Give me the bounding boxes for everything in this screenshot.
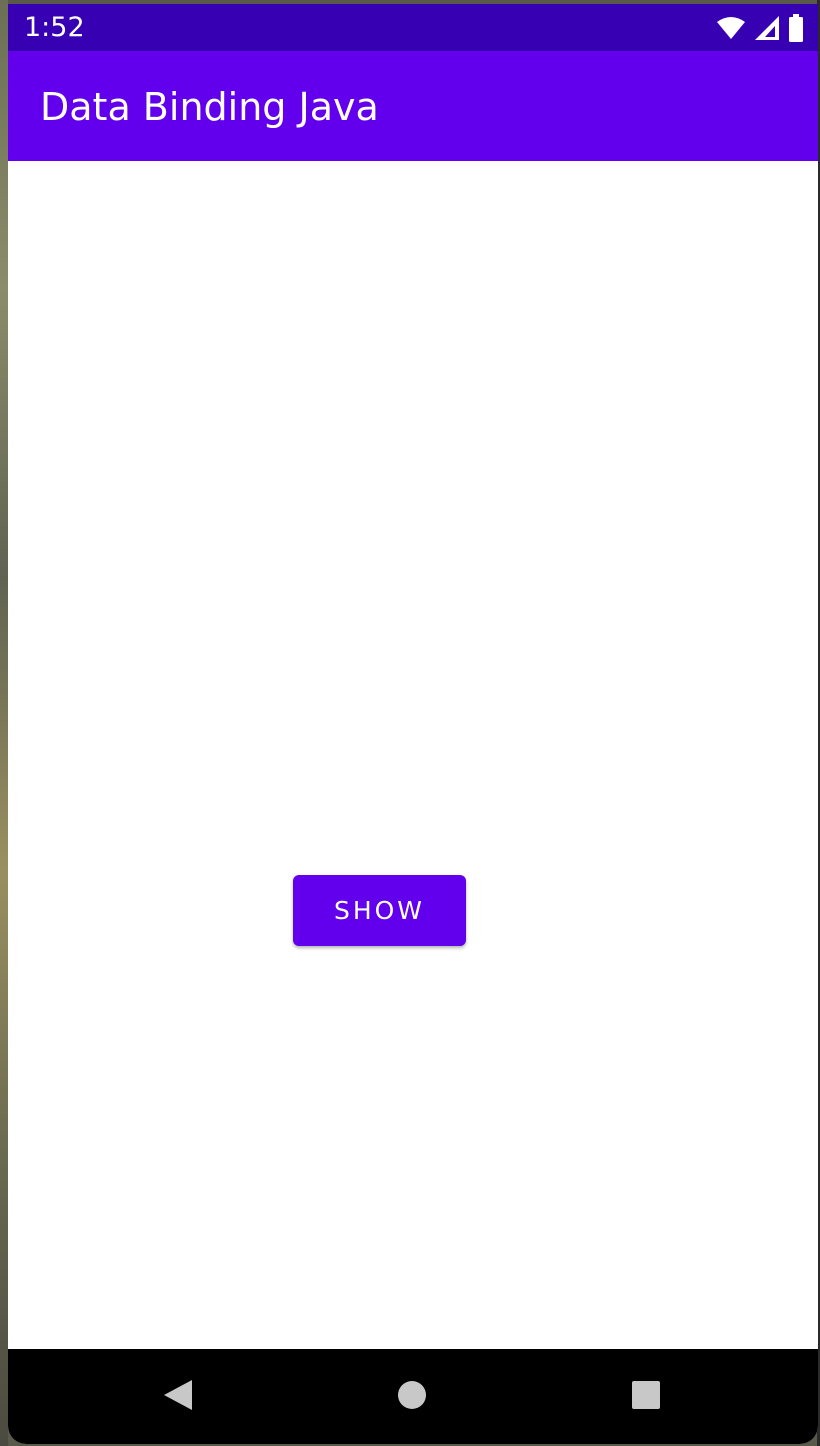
status-time: 1:52	[24, 12, 85, 43]
nav-back-button[interactable]	[156, 1375, 200, 1419]
wifi-icon	[716, 16, 746, 40]
device-bezel-left	[0, 0, 8, 1446]
recents-icon	[631, 1380, 661, 1415]
nav-home-button[interactable]	[390, 1375, 434, 1419]
nav-recents-button[interactable]	[624, 1375, 668, 1419]
main-content: SHOW	[8, 161, 818, 1349]
phone-screen: 1:52 Data Binding Java SHOW	[8, 4, 818, 1444]
back-icon	[162, 1378, 194, 1417]
navigation-bar	[8, 1349, 818, 1444]
status-icons	[716, 14, 804, 42]
battery-icon	[788, 14, 804, 42]
home-icon	[396, 1379, 428, 1416]
app-bar: Data Binding Java	[8, 51, 818, 161]
app-title: Data Binding Java	[40, 85, 379, 129]
status-bar: 1:52	[8, 4, 818, 51]
show-button[interactable]: SHOW	[293, 875, 466, 946]
cellular-signal-icon	[754, 15, 780, 41]
